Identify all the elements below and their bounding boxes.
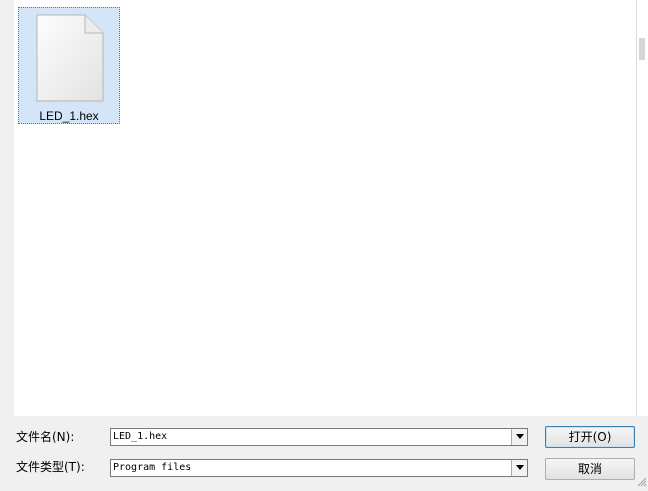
vertical-scrollbar[interactable] (636, 0, 648, 416)
open-button[interactable]: 打开(O) (545, 426, 635, 448)
filetype-label: 文件类型(T): (16, 460, 85, 474)
resize-grip-icon[interactable] (636, 476, 647, 490)
document-icon (35, 13, 105, 106)
scrollbar-thumb[interactable] (639, 38, 645, 60)
filename-input[interactable]: LED_1.hex (113, 429, 167, 445)
filetype-select[interactable]: Program files (110, 459, 528, 477)
filename-dropdown-button[interactable] (511, 429, 527, 445)
chevron-down-icon (516, 434, 524, 439)
filename-combobox[interactable]: LED_1.hex (110, 428, 528, 446)
file-list-view[interactable]: LED_1.hex (14, 0, 636, 416)
filename-label: 文件名(N): (16, 430, 75, 444)
filetype-dropdown-button[interactable] (511, 460, 527, 476)
file-item-led-1-hex[interactable]: LED_1.hex (18, 7, 120, 124)
cancel-button[interactable]: 取消 (545, 458, 635, 480)
file-name-label: LED_1.hex (39, 109, 99, 123)
filetype-value: Program files (113, 462, 192, 473)
chevron-down-icon (516, 465, 524, 470)
